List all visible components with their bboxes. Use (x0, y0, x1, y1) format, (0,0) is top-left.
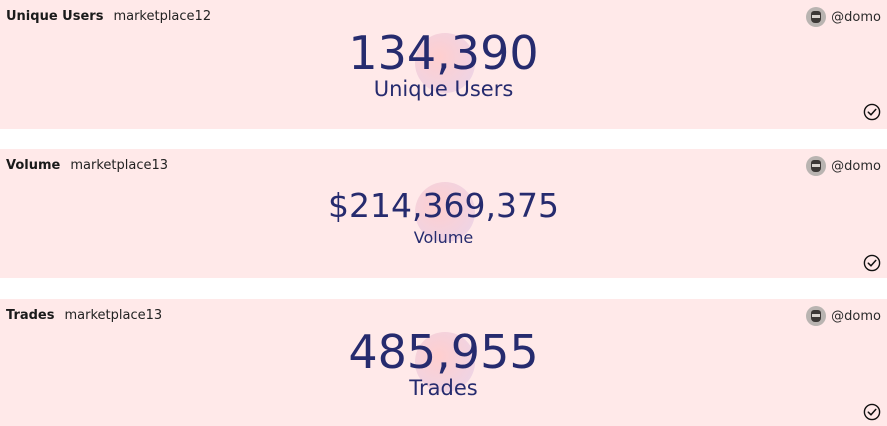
card-author[interactable]: @domo (806, 156, 881, 176)
card-query-name[interactable]: marketplace13 (70, 158, 168, 173)
metric-area: $214,369,375 Volume (0, 189, 887, 246)
card-header: Trades marketplace13 (6, 308, 162, 323)
card-query-name[interactable]: marketplace13 (64, 308, 162, 323)
card-header: Unique Users marketplace12 (6, 9, 211, 24)
card-title[interactable]: Volume (6, 158, 60, 173)
check-circle-icon (863, 403, 881, 421)
metric-area: 134,390 Unique Users (0, 30, 887, 100)
avatar-icon (806, 7, 827, 27)
metric-label: Unique Users (373, 77, 514, 101)
metric-area: 485,955 Trades (0, 329, 887, 399)
metric-value: $214,369,375 (328, 186, 559, 225)
card-header: Volume marketplace13 (6, 158, 168, 173)
author-name: @domo (831, 308, 881, 324)
metric-label: Trades (409, 376, 478, 400)
author-name: @domo (831, 158, 881, 174)
metric-card-volume[interactable]: Volume marketplace13 @domo $214,369,375 … (0, 149, 887, 278)
card-author[interactable]: @domo (806, 7, 881, 27)
check-circle-icon (863, 254, 881, 272)
avatar-icon (806, 156, 827, 176)
metric-label: Volume (413, 228, 474, 247)
avatar-icon (806, 306, 827, 326)
author-name: @domo (831, 9, 881, 25)
card-author[interactable]: @domo (806, 306, 881, 326)
card-title[interactable]: Unique Users (6, 9, 103, 24)
card-query-name[interactable]: marketplace12 (113, 9, 211, 24)
metric-card-trades[interactable]: Trades marketplace13 @domo 485,955 Trade… (0, 299, 887, 426)
metric-card-unique-users[interactable]: Unique Users marketplace12 @domo 134,390… (0, 0, 887, 129)
dashboard: Unique Users marketplace12 @domo 134,390… (0, 0, 887, 426)
check-circle-icon (863, 103, 881, 121)
card-title[interactable]: Trades (6, 308, 54, 323)
metric-value: 485,955 (348, 325, 539, 379)
metric-value: 134,390 (348, 26, 539, 80)
